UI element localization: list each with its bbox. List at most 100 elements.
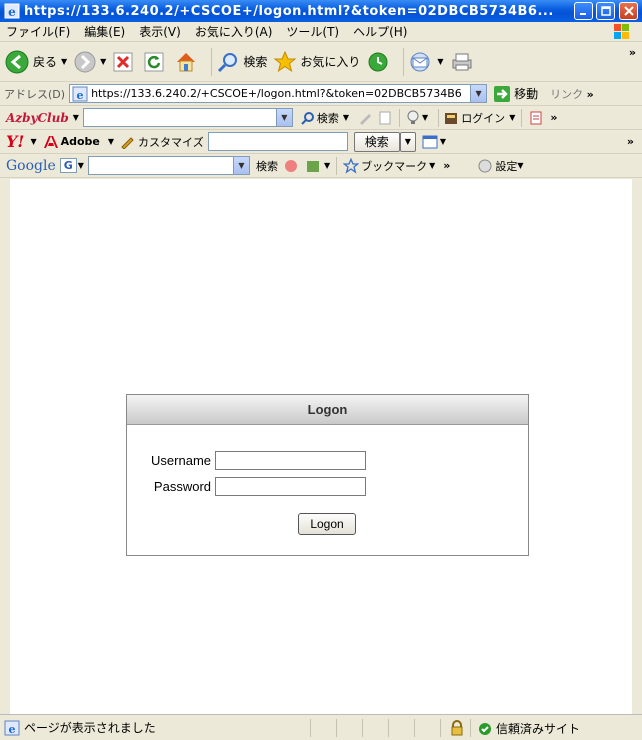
toolbar-overflow-icon[interactable]: » — [629, 46, 636, 59]
google-logo-text: Google — [6, 157, 56, 174]
minimize-button[interactable] — [574, 2, 593, 20]
toolbar-overflow-icon[interactable]: » — [627, 135, 634, 148]
toolbar-overflow-icon[interactable]: » — [550, 111, 557, 124]
address-input[interactable]: e https://133.6.240.2/+CSCOE+/logon.html… — [69, 84, 488, 103]
chevron-down-icon[interactable]: ▼ — [232, 157, 249, 174]
window-title: https://133.6.240.2/+CSCOE+/logon.html?&… — [24, 3, 554, 19]
menu-favorites[interactable]: お気に入り(A) — [195, 23, 273, 40]
toolbar-overflow-icon[interactable]: » — [443, 159, 450, 172]
standard-toolbar: 戻る ▼ ▼ 検索 お気に入り ▼ » — [0, 42, 642, 82]
svg-text:e: e — [9, 723, 16, 736]
azby-search-input[interactable]: ▼ — [82, 108, 293, 127]
search-icon — [218, 52, 238, 72]
status-divider — [414, 719, 415, 737]
status-divider — [440, 719, 441, 737]
settings-icon — [478, 159, 492, 172]
adobe-button[interactable]: Adobe ▼ — [43, 135, 114, 149]
chevron-down-icon[interactable]: ▼ — [437, 57, 443, 66]
logon-header: Logon — [127, 395, 528, 425]
print-button[interactable] — [450, 50, 477, 74]
maximize-icon — [600, 6, 611, 16]
password-input[interactable] — [215, 477, 366, 496]
ie-icon: e — [4, 3, 20, 19]
google-logo[interactable]: Google — [6, 158, 56, 174]
settings-button[interactable]: 設定 ▼ — [478, 158, 524, 174]
links-button[interactable]: リンク » — [550, 86, 594, 102]
go-button[interactable]: 移動 — [493, 85, 538, 103]
go-arrow-icon — [494, 85, 511, 102]
username-input[interactable] — [215, 451, 366, 470]
menu-file[interactable]: ファイル(F) — [6, 23, 70, 40]
lightbulb-icon[interactable] — [406, 110, 420, 126]
lock-icon[interactable] — [450, 720, 464, 736]
back-button[interactable]: 戻る ▼ — [4, 49, 67, 75]
google-g-button[interactable]: G ▼ — [59, 158, 84, 173]
status-divider — [388, 719, 389, 737]
news-icon[interactable] — [282, 158, 300, 174]
bookmarks-button[interactable]: ブックマーク ▼ — [343, 157, 435, 174]
pencil-icon — [121, 136, 134, 149]
chevron-down-icon[interactable]: ▼ — [440, 137, 446, 146]
favorites-button[interactable]: お気に入り — [273, 50, 360, 74]
refresh-button[interactable] — [143, 51, 168, 73]
toolbar-separator — [521, 108, 523, 127]
yahoo-logo[interactable]: Y! — [6, 132, 24, 151]
logon-button[interactable]: Logon — [298, 513, 356, 535]
settings-label: 設定 — [495, 159, 518, 173]
address-bar: アドレス(D) e https://133.6.240.2/+CSCOE+/lo… — [0, 82, 642, 106]
stop-button[interactable] — [112, 51, 137, 73]
status-text: ページが表示されました — [24, 721, 156, 735]
chevron-down-icon[interactable]: ▼ — [100, 57, 106, 66]
status-divider — [310, 719, 311, 737]
close-button[interactable] — [619, 2, 638, 20]
chevron-down-icon[interactable]: ▼ — [61, 57, 67, 66]
document-icon[interactable] — [528, 110, 544, 126]
chevron-down-icon[interactable]: ▼ — [275, 109, 292, 126]
chevron-down-icon[interactable]: ▼ — [324, 161, 330, 170]
zone-indicator[interactable]: 信頼済みサイト — [478, 720, 580, 737]
azby-search-button[interactable]: 検索 ▼ — [301, 110, 349, 126]
yahoo-search-dropdown[interactable]: ▼ — [399, 131, 416, 152]
yahoo-search-button[interactable]: 検索 — [353, 131, 400, 152]
star-outline-icon — [343, 157, 360, 174]
home-button[interactable] — [174, 50, 201, 74]
yahoo-search-input[interactable] — [207, 132, 348, 151]
toolbar-separator — [336, 156, 338, 175]
highlight-icon[interactable] — [357, 110, 373, 126]
check-circle-icon — [479, 722, 491, 735]
forward-button[interactable]: ▼ — [73, 50, 106, 74]
menu-edit[interactable]: 編集(E) — [84, 23, 125, 40]
customize-button[interactable]: カスタマイズ — [120, 134, 204, 150]
bookmarks-label: ブックマーク — [361, 159, 428, 173]
page-icon[interactable] — [377, 110, 393, 126]
chevron-down-icon[interactable]: ▼ — [73, 113, 79, 122]
page-icon: e — [72, 86, 88, 102]
search-button[interactable]: 検索 — [216, 50, 267, 74]
title-bar: e https://133.6.240.2/+CSCOE+/logon.html… — [0, 0, 642, 22]
chevron-down-icon[interactable]: ▼ — [422, 113, 428, 122]
menu-help[interactable]: ヘルプ(H) — [353, 23, 407, 40]
window-icon[interactable] — [422, 135, 438, 149]
star-icon — [273, 50, 297, 72]
go-label: 移動 — [514, 87, 539, 101]
zone-text: 信頼済みサイト — [496, 722, 581, 736]
search-icon — [301, 111, 314, 125]
history-button[interactable] — [366, 50, 393, 74]
google-search-button[interactable]: 検索 — [256, 158, 278, 174]
maximize-button[interactable] — [596, 2, 615, 20]
chevron-down-icon[interactable]: ▼ — [470, 85, 487, 102]
password-row: Password — [137, 477, 366, 496]
status-divider — [362, 719, 363, 737]
google-search-input[interactable]: ▼ — [87, 156, 250, 175]
menu-view[interactable]: 表示(V) — [139, 23, 181, 40]
chevron-down-icon[interactable]: ▼ — [30, 137, 36, 146]
address-label: アドレス(D) — [4, 87, 66, 101]
azby-login-label: ログイン — [461, 111, 506, 125]
puzzle-icon[interactable] — [304, 158, 322, 174]
mail-button[interactable]: ▼ — [408, 50, 444, 74]
azby-login-button[interactable]: ログイン ▼ — [443, 110, 515, 126]
links-label: リンク — [550, 87, 584, 101]
azbyclub-logo[interactable]: AzbyClub — [6, 111, 69, 125]
yahoo-search-label: 検索 — [364, 135, 389, 149]
menu-tools[interactable]: ツール(T) — [286, 23, 339, 40]
